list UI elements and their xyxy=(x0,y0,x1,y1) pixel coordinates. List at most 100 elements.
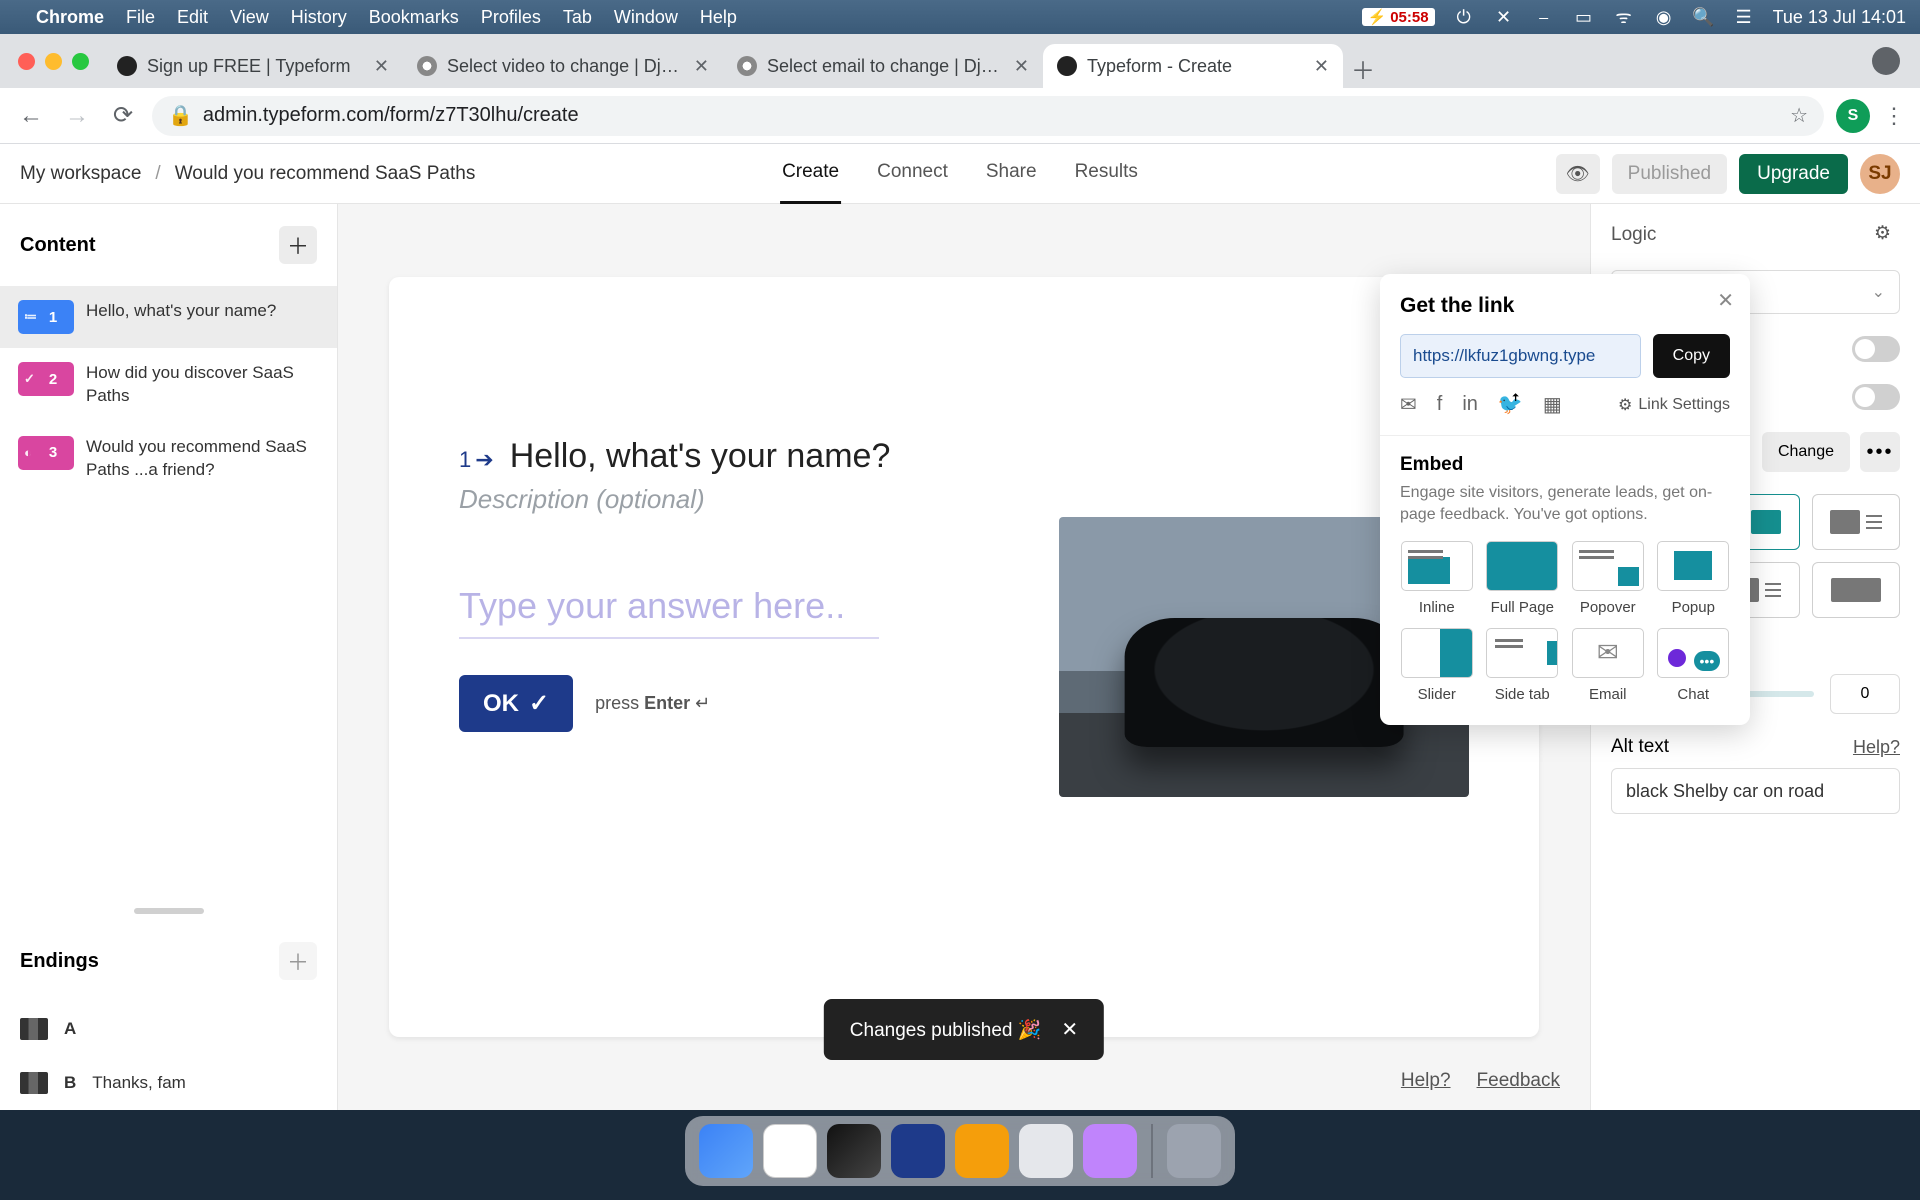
settings-toggle-1[interactable] xyxy=(1852,336,1900,362)
statusbar-icon-3[interactable]: ⎯ xyxy=(1533,6,1555,28)
panel-resize-handle[interactable] xyxy=(134,908,204,914)
dock-app-screenshot[interactable] xyxy=(1019,1124,1073,1178)
settings-toggle-2[interactable] xyxy=(1852,384,1900,410)
nav-back-button[interactable]: ← xyxy=(14,102,48,130)
tab-connect[interactable]: Connect xyxy=(875,143,950,204)
embed-option-email[interactable]: ✉Email xyxy=(1571,628,1645,703)
help-link[interactable]: Help? xyxy=(1401,1070,1451,1092)
share-facebook-icon[interactable]: f xyxy=(1437,393,1443,416)
menu-profiles[interactable]: Profiles xyxy=(481,7,541,28)
question-description[interactable]: Description (optional) xyxy=(459,484,1029,515)
ending-item[interactable]: A xyxy=(0,1002,337,1056)
dock-app-sublime[interactable] xyxy=(955,1124,1009,1178)
embed-option-slider[interactable]: Slider xyxy=(1400,628,1474,703)
menu-file[interactable]: File xyxy=(126,7,155,28)
breadcrumb-workspace[interactable]: My workspace xyxy=(20,163,141,185)
preview-button[interactable]: 👁 xyxy=(1556,154,1600,194)
answer-input[interactable]: Type your answer here.. xyxy=(459,585,879,639)
embed-option-inline[interactable]: Inline xyxy=(1400,541,1474,616)
settings-tab-logic[interactable]: Logic xyxy=(1611,224,1656,246)
control-center-icon[interactable]: ◉ xyxy=(1653,6,1675,28)
wifi-icon[interactable]: ᯤ xyxy=(1613,6,1635,28)
embed-option-chat[interactable]: Chat xyxy=(1657,628,1731,703)
omnibox[interactable]: 🔒 admin.typeform.com/form/z7T30lhu/creat… xyxy=(152,96,1824,136)
add-ending-button[interactable]: ＋ xyxy=(279,942,317,980)
change-image-button[interactable]: Change xyxy=(1762,432,1850,472)
menu-history[interactable]: History xyxy=(291,7,347,28)
alt-text-help-link[interactable]: Help? xyxy=(1853,737,1900,758)
popover-close-icon[interactable]: ✕ xyxy=(1717,288,1734,313)
dock-trash[interactable] xyxy=(1167,1124,1221,1178)
dock-app-finder[interactable] xyxy=(699,1124,753,1178)
brightness-value[interactable]: 0 xyxy=(1830,674,1900,714)
embed-option-sidetab[interactable]: Side tab xyxy=(1486,628,1560,703)
toast-close-icon[interactable]: ✕ xyxy=(1061,1017,1078,1042)
menu-edit[interactable]: Edit xyxy=(177,7,208,28)
published-button[interactable]: Published xyxy=(1612,154,1727,194)
chrome-profile-avatar[interactable]: S xyxy=(1836,99,1870,133)
battery-indicator[interactable]: ⚡05:58 xyxy=(1362,8,1435,26)
battery-icon[interactable]: ▭ xyxy=(1573,6,1595,28)
question-card[interactable]: 1➔ Hello, what's your name? Description … xyxy=(389,277,1539,1037)
dock-app-chrome[interactable] xyxy=(763,1124,817,1178)
link-settings-button[interactable]: ⚙Link Settings xyxy=(1618,395,1730,415)
alt-text-input[interactable]: black Shelby car on road xyxy=(1611,768,1900,814)
tab-share[interactable]: Share xyxy=(984,143,1039,204)
embed-option-popover[interactable]: Popover xyxy=(1571,541,1645,616)
question-item[interactable]: ◐3 Would you recommend SaaS Paths ...a f… xyxy=(0,422,337,496)
new-tab-button[interactable]: ＋ xyxy=(1343,48,1383,88)
menubar-clock[interactable]: Tue 13 Jul 14:01 xyxy=(1773,7,1906,28)
menubar-app-name[interactable]: Chrome xyxy=(36,7,104,28)
nav-reload-button[interactable]: ⟳ xyxy=(106,101,140,130)
browser-tab-active[interactable]: Typeform - Create ✕ xyxy=(1043,44,1343,88)
profile-chip[interactable] xyxy=(1872,47,1900,75)
statusbar-icon-2[interactable]: ✕ xyxy=(1493,6,1515,28)
menu-view[interactable]: View xyxy=(230,7,269,28)
tab-close-icon[interactable]: ✕ xyxy=(1314,56,1329,77)
nav-forward-button[interactable]: → xyxy=(60,102,94,130)
embed-option-fullpage[interactable]: Full Page xyxy=(1486,541,1560,616)
siri-icon[interactable]: ☰ xyxy=(1733,6,1755,28)
ending-item[interactable]: B Thanks, fam xyxy=(0,1056,337,1110)
spotlight-icon[interactable]: 🔍 xyxy=(1693,6,1715,28)
share-linkedin-icon[interactable]: in xyxy=(1462,393,1478,416)
share-email-icon[interactable]: ✉ xyxy=(1400,392,1417,417)
ok-button[interactable]: OK✓ xyxy=(459,675,573,732)
menu-bookmarks[interactable]: Bookmarks xyxy=(369,7,459,28)
tab-close-icon[interactable]: ✕ xyxy=(1014,56,1029,77)
tab-close-icon[interactable]: ✕ xyxy=(694,56,709,77)
tab-close-icon[interactable]: ✕ xyxy=(374,56,389,77)
tab-create[interactable]: Create xyxy=(780,143,841,204)
dock-app-1password[interactable] xyxy=(891,1124,945,1178)
embed-option-popup[interactable]: Popup xyxy=(1657,541,1731,616)
share-link-input[interactable]: https://lkfuz1gbwng.type xyxy=(1400,334,1641,378)
share-qr-icon[interactable]: ▦ xyxy=(1543,392,1562,417)
bookmark-star-icon[interactable]: ☆ xyxy=(1790,103,1808,128)
menu-window[interactable]: Window xyxy=(614,7,678,28)
question-item[interactable]: ✓2 How did you discover SaaS Paths xyxy=(0,348,337,422)
menu-help[interactable]: Help xyxy=(700,7,737,28)
statusbar-icon-1[interactable]: ⏻ xyxy=(1453,6,1475,28)
question-item[interactable]: ≔1 Hello, what's your name? xyxy=(0,286,337,348)
breadcrumb-form-name[interactable]: Would you recommend SaaS Paths xyxy=(175,163,476,185)
question-label: Hello, what's your name? xyxy=(86,300,276,334)
browser-tab[interactable]: Select video to change | Djang… ✕ xyxy=(403,44,723,88)
add-content-button[interactable]: ＋ xyxy=(279,226,317,264)
more-button[interactable]: ••• xyxy=(1860,432,1900,472)
feedback-link[interactable]: Feedback xyxy=(1477,1070,1560,1092)
layout-option[interactable] xyxy=(1812,494,1900,550)
copy-button[interactable]: Copy xyxy=(1653,334,1730,378)
user-avatar[interactable]: SJ xyxy=(1860,154,1900,194)
question-title[interactable]: Hello, what's your name? xyxy=(510,437,891,476)
menu-tab[interactable]: Tab xyxy=(563,7,592,28)
layout-option[interactable] xyxy=(1812,562,1900,618)
tab-results[interactable]: Results xyxy=(1073,143,1140,204)
window-traffic-lights[interactable] xyxy=(18,53,89,70)
upgrade-button[interactable]: Upgrade xyxy=(1739,154,1848,194)
chrome-menu-button[interactable]: ⋮ xyxy=(1882,103,1906,129)
dock-app-terminal[interactable] xyxy=(827,1124,881,1178)
gear-icon[interactable]: ⚙ xyxy=(1874,222,1900,248)
dock-app-generic[interactable] xyxy=(1083,1124,1137,1178)
browser-tab[interactable]: Sign up FREE | Typeform ✕ xyxy=(103,44,403,88)
browser-tab[interactable]: Select email to change | Djang… ✕ xyxy=(723,44,1043,88)
